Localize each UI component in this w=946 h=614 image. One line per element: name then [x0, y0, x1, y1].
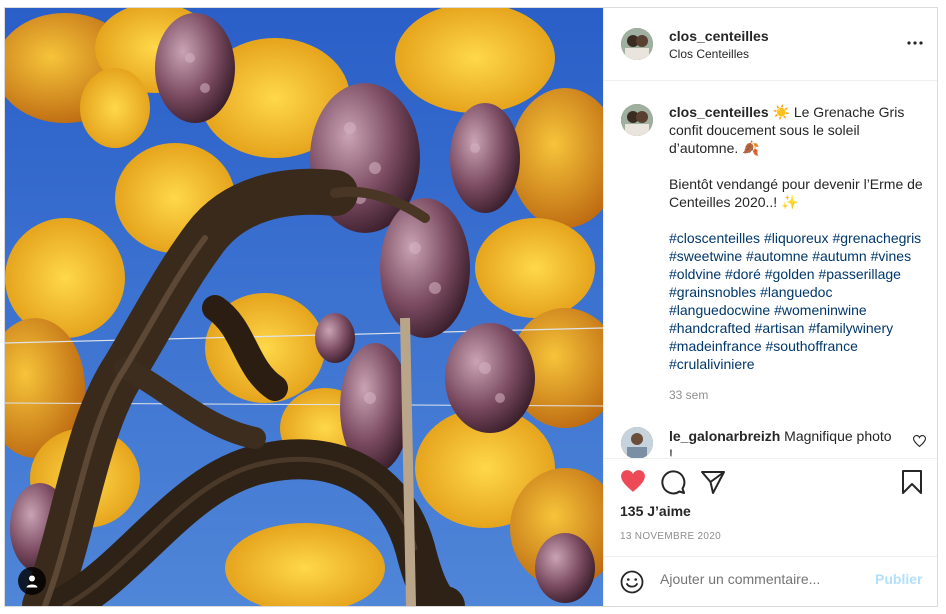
caption-avatar[interactable] [621, 104, 653, 136]
commenter-avatar[interactable] [621, 427, 653, 459]
hashtag-link[interactable]: #automne [746, 248, 808, 264]
post-photo[interactable] [5, 8, 603, 606]
hashtag-link[interactable]: #vines [871, 248, 911, 264]
caption-hashtags: #closcenteilles #liquoreux #grenachegris… [669, 229, 924, 373]
hashtag-link[interactable]: #passerillage [818, 266, 901, 282]
avatar[interactable] [621, 28, 653, 60]
caption-username[interactable]: clos_centeilles [669, 104, 769, 120]
post-date[interactable]: 13 NOVEMBRE 2020 [620, 531, 721, 542]
hashtag-link[interactable]: #autumn [812, 248, 866, 264]
comment-icon[interactable] [660, 469, 686, 495]
hashtag-link[interactable]: #madeinfrance [669, 338, 762, 354]
hashtag-link[interactable]: #languedoc [760, 284, 832, 300]
hashtag-link[interactable]: #closcenteilles [669, 230, 760, 246]
add-comment-bar: Publier [604, 556, 937, 606]
comment-input[interactable] [660, 571, 860, 587]
post-header: clos_centeilles Clos Centeilles [604, 8, 937, 81]
hashtag-link[interactable]: #sweetwine [669, 248, 742, 264]
post-location[interactable]: Clos Centeilles [669, 47, 749, 61]
hashtag-link[interactable]: #grainsnobles [669, 284, 756, 300]
vineyard-grapes-image [5, 8, 603, 606]
hashtag-link[interactable]: #liquoreux [764, 230, 829, 246]
hashtag-link[interactable]: #handcrafted [669, 320, 751, 336]
post-sidebar: clos_centeilles Clos Centeilles clos_cen… [603, 8, 937, 606]
more-horizontal-icon[interactable] [906, 36, 924, 50]
comment-username[interactable]: le_galonarbreizh [669, 428, 780, 444]
comment-item: le_galonarbreizh Magnifique photo ! [669, 427, 899, 457]
hashtag-link[interactable]: #familywinery [808, 320, 893, 336]
caption-text-2: Bientôt vendangé pour devenir l’Erme de … [669, 176, 923, 210]
post-author-username[interactable]: clos_centeilles [669, 28, 769, 44]
emoji-smile-icon[interactable] [620, 570, 644, 599]
hashtag-link[interactable]: #grenachegris [832, 230, 921, 246]
bookmark-icon[interactable] [900, 469, 926, 495]
hashtag-link[interactable]: #languedocwine [669, 302, 770, 318]
hashtag-link[interactable]: #golden [765, 266, 815, 282]
post-card: clos_centeilles Clos Centeilles clos_cen… [4, 7, 938, 607]
user-tag-icon[interactable] [18, 567, 46, 595]
hashtag-link[interactable]: #artisan [755, 320, 805, 336]
comment-like-heart-icon[interactable] [912, 434, 927, 452]
paper-plane-icon[interactable] [700, 469, 726, 495]
likes-count[interactable]: 135 J’aime [620, 503, 691, 519]
hashtag-link[interactable]: #crulaliviniere [669, 356, 755, 372]
hashtag-link[interactable]: #doré [725, 266, 761, 282]
post-age[interactable]: 33 sem [669, 388, 708, 402]
heart-filled-icon[interactable] [620, 469, 646, 495]
publish-button[interactable]: Publier [875, 571, 922, 587]
hashtag-link[interactable]: #oldvine [669, 266, 721, 282]
post-caption: clos_centeilles ☀️ Le Grenache Gris conf… [669, 103, 924, 373]
hashtag-link[interactable]: #womeninwine [774, 302, 867, 318]
hashtag-link[interactable]: #southoffrance [766, 338, 858, 354]
